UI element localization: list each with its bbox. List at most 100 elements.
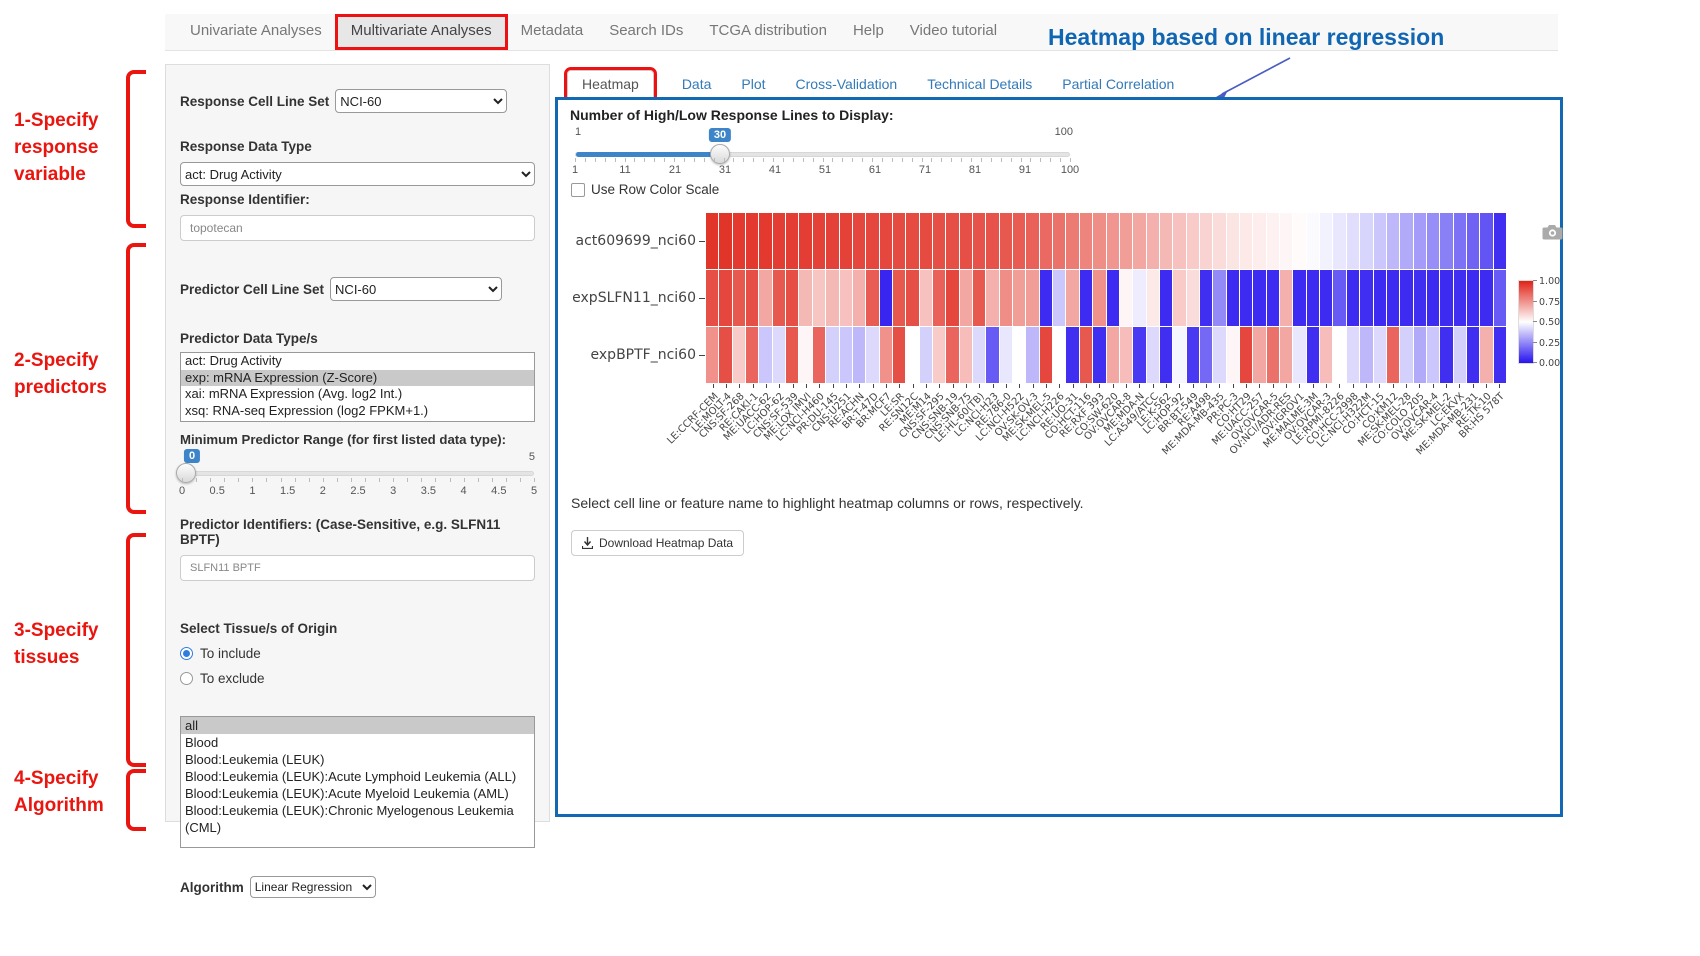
heatmap-cell[interactable] [1280,213,1292,269]
heatmap-cell[interactable] [1160,327,1172,383]
heatmap-cell[interactable] [706,327,718,383]
heatmap-cell[interactable] [986,327,998,383]
list-option-xsq-rna-seq-expression-log2-fpkm-1[interactable]: xsq: RNA-seq Expression (log2 FPKM+1.) [181,403,534,420]
heatmap-cell[interactable] [1240,213,1252,269]
heatmap-cell[interactable] [1374,213,1386,269]
radio-selected-icon[interactable] [180,647,193,660]
response-data-type-select[interactable]: act: Drug Activity [180,162,535,186]
heatmap-cell[interactable] [813,270,825,326]
heatmap-cell[interactable] [706,270,718,326]
heatmap-cell[interactable] [1253,213,1265,269]
heatmap-cell[interactable] [853,327,865,383]
heatmap-cell[interactable] [1307,213,1319,269]
heatmap-cell[interactable] [1320,327,1332,383]
tissue-listbox[interactable]: allBloodBlood:Leukemia (LEUK)Blood:Leuke… [180,716,535,848]
heatmap-cell[interactable] [1133,270,1145,326]
heatmap-cell[interactable] [1333,213,1345,269]
heatmap-cell[interactable] [1333,270,1345,326]
heatmap-cell[interactable] [866,213,878,269]
heatmap-cell[interactable] [1267,327,1279,383]
list-option-exp-mrna-expression-z-score[interactable]: exp: mRNA Expression (Z-Score) [181,370,534,387]
slider-track[interactable] [575,152,1070,157]
heatmap-cell[interactable] [1040,270,1052,326]
heatmap-cell[interactable] [1147,327,1159,383]
heatmap-cell[interactable] [1040,327,1052,383]
heatmap-cell[interactable] [1427,213,1439,269]
heatmap-cell[interactable] [1213,213,1225,269]
heatmap-cell[interactable] [813,213,825,269]
heatmap-cell[interactable] [973,270,985,326]
heatmap-cell[interactable] [1293,270,1305,326]
list-option-act-drug-activity[interactable]: act: Drug Activity [181,353,534,370]
predictor-identifiers-input[interactable] [180,555,535,581]
heatmap-cell[interactable] [1080,213,1092,269]
heatmap-cell[interactable] [1480,327,1492,383]
heatmap-row-label-act609699-nci60[interactable]: act609699_nci60 [558,233,696,249]
list-option-blood[interactable]: Blood [181,734,534,751]
heatmap-cell[interactable] [1454,327,1466,383]
heatmap-cell[interactable] [773,213,785,269]
heatmap-cell[interactable] [1133,327,1145,383]
heatmap-cell[interactable] [1107,270,1119,326]
nav-item-search-ids[interactable]: Search IDs [596,14,696,50]
heatmap-cell[interactable] [1227,270,1239,326]
heatmap-cell[interactable] [1494,270,1506,326]
heatmap-cell[interactable] [1494,213,1506,269]
heatmap-cell[interactable] [1107,213,1119,269]
tab-technical-details[interactable]: Technical Details [925,71,1034,97]
heatmap-cell[interactable] [906,213,918,269]
heatmap-cell[interactable] [986,213,998,269]
heatmap-cell[interactable] [1387,270,1399,326]
heatmap-cell[interactable] [1347,327,1359,383]
heatmap-cell[interactable] [1107,327,1119,383]
heatmap-cell[interactable] [946,270,958,326]
nav-item-univariate-analyses[interactable]: Univariate Analyses [177,14,335,50]
heatmap-cell[interactable] [1414,270,1426,326]
response-identifier-input[interactable] [180,215,535,241]
heatmap-cell[interactable] [1187,327,1199,383]
list-option-blood-leukemia-leuk-chronic-myelogenous-leukemia-cml[interactable]: Blood:Leukemia (LEUK):Chronic Myelogenou… [181,802,534,836]
tissue-include-radio[interactable]: To include [180,646,535,661]
heatmap-cell[interactable] [853,270,865,326]
heatmap-cell[interactable] [1120,213,1132,269]
heatmap-cell[interactable] [1213,327,1225,383]
heatmap-row-label-expslfn11-nci60[interactable]: expSLFN11_nci60 [558,290,696,306]
heatmap-cell[interactable] [840,270,852,326]
heatmap-cell[interactable] [1147,270,1159,326]
download-heatmap-data-button[interactable]: Download Heatmap Data [571,530,744,556]
heatmap-cell[interactable] [719,327,731,383]
heatmap-cell[interactable] [906,327,918,383]
heatmap-cell[interactable] [1280,270,1292,326]
tab-partial-correlation[interactable]: Partial Correlation [1060,71,1176,97]
list-option-blood-leukemia-leuk[interactable]: Blood:Leukemia (LEUK) [181,751,534,768]
heatmap-cell[interactable] [1120,270,1132,326]
heatmap-cell[interactable] [1160,270,1172,326]
heatmap-cell[interactable] [1400,270,1412,326]
heatmap-cell[interactable] [1280,327,1292,383]
heatmap-cell[interactable] [1414,213,1426,269]
response-lines-slider[interactable]: 1 100 30 1112131415161718191100 [573,122,1073,180]
list-option-blood-leukemia-leuk-acute-lymphoid-leukemia-all[interactable]: Blood:Leukemia (LEUK):Acute Lymphoid Leu… [181,768,534,785]
heatmap-cell[interactable] [880,213,892,269]
response-cell-line-set-select[interactable]: NCI-60 [335,89,507,113]
heatmap-cell[interactable] [1173,270,1185,326]
heatmap-cell[interactable] [1267,213,1279,269]
camera-icon[interactable] [1542,224,1563,240]
slider-handle[interactable] [176,463,196,483]
heatmap-cell[interactable] [1080,327,1092,383]
heatmap-cell[interactable] [759,327,771,383]
heatmap-cell[interactable] [893,213,905,269]
heatmap-cell[interactable] [799,327,811,383]
heatmap-cell[interactable] [1093,327,1105,383]
heatmap-cell[interactable] [1320,270,1332,326]
heatmap-cell[interactable] [1227,213,1239,269]
heatmap-cell[interactable] [1307,327,1319,383]
heatmap-cell[interactable] [1494,327,1506,383]
heatmap-cell[interactable] [893,270,905,326]
heatmap-cell[interactable] [960,327,972,383]
heatmap-cell[interactable] [1120,327,1132,383]
heatmap-cell[interactable] [1187,213,1199,269]
heatmap-cell[interactable] [799,270,811,326]
heatmap-cell[interactable] [1467,213,1479,269]
heatmap-cell[interactable] [1000,327,1012,383]
